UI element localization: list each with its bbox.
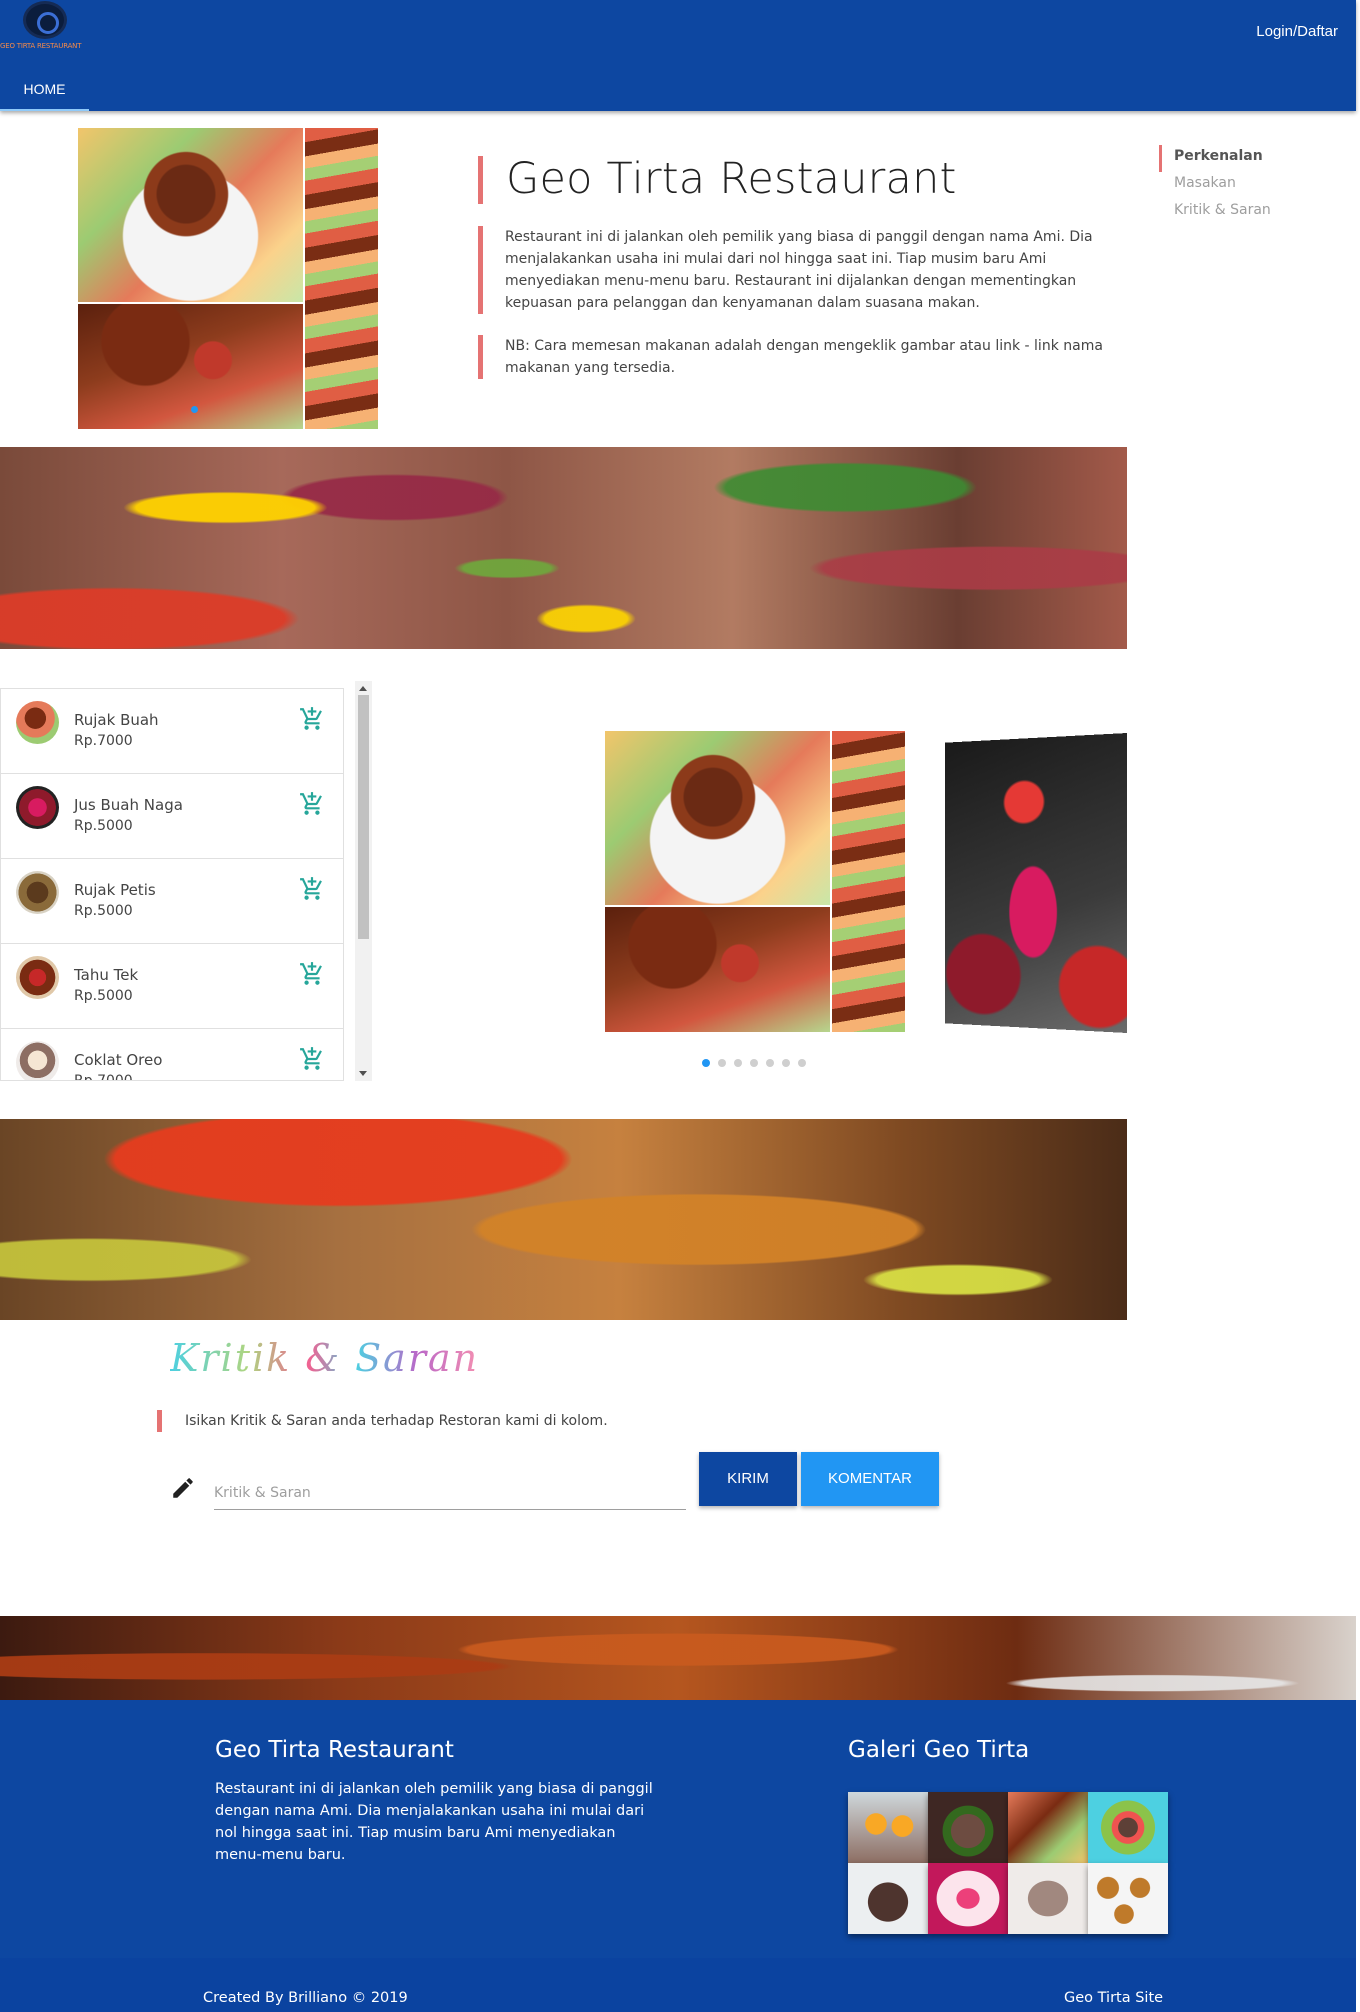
pencil-icon	[173, 1478, 193, 1498]
carousel-photo-side	[831, 730, 906, 1033]
carousel-indicator-2[interactable]	[718, 1059, 726, 1067]
menu-item-price: Rp.5000	[74, 903, 133, 919]
footer-site-link[interactable]: Geo Tirta Site	[1064, 1990, 1163, 2006]
parallax-banner-grilled-dish	[0, 1616, 1356, 1700]
gallery-photo[interactable]	[928, 1792, 1008, 1863]
menu-item-avatar	[16, 701, 59, 744]
intro-image-mosaic[interactable]	[77, 127, 379, 430]
scroll-up-arrow-icon[interactable]	[359, 686, 367, 691]
comment-button[interactable]: KOMENTAR	[801, 1452, 939, 1506]
carousel-photo-top	[604, 730, 831, 906]
feedback-instruction: Isikan Kritik & Saran anda terhadap Rest…	[157, 1410, 608, 1432]
menu-list-container: Rujak Buah Rp.7000 Jus Buah Naga Rp.5000…	[0, 681, 372, 1081]
intro-paragraph: Restaurant ini di jalankan oleh pemilik …	[478, 226, 1116, 314]
footer-title: Geo Tirta Restaurant	[215, 1737, 454, 1763]
section-scrollspy: Perkenalan Masakan Kritik & Saran	[1159, 145, 1271, 226]
scrollbar-thumb[interactable]	[358, 695, 369, 939]
gallery-photo[interactable]	[928, 1863, 1008, 1934]
menu-item-rujak-buah[interactable]: Rujak Buah Rp.7000	[1, 688, 343, 773]
carousel-active-slide[interactable]	[604, 730, 906, 1033]
carousel-indicator-5[interactable]	[766, 1059, 774, 1067]
menu-item-price: Rp.7000	[74, 1073, 133, 1081]
order-note: NB: Cara memesan makanan adalah dengan m…	[478, 335, 1116, 379]
menu-item-name: Jus Buah Naga	[74, 796, 183, 814]
gallery-photo[interactable]	[1088, 1792, 1168, 1863]
top-navbar: GEO TIRTA RESTAURANT Login/Daftar HOME	[0, 0, 1356, 111]
footer-copyright: Created By Brilliano © 2019	[203, 1990, 408, 2006]
cart-plus-icon[interactable]	[299, 706, 325, 732]
menu-item-jus-buah-naga[interactable]: Jus Buah Naga Rp.5000	[1, 773, 343, 858]
carousel-indicator-1[interactable]	[702, 1059, 710, 1067]
menu-list: Rujak Buah Rp.7000 Jus Buah Naga Rp.5000…	[0, 688, 344, 1081]
gallery-title: Galeri Geo Tirta	[848, 1737, 1030, 1763]
menu-item-price: Rp.5000	[74, 988, 133, 1004]
carousel-indicator-7[interactable]	[798, 1059, 806, 1067]
menu-item-price: Rp.7000	[74, 733, 133, 749]
menu-item-avatar	[16, 786, 59, 829]
scrollspy-item-masakan[interactable]: Masakan	[1159, 172, 1271, 199]
gallery-photo[interactable]	[848, 1863, 928, 1934]
cart-plus-icon[interactable]	[299, 876, 325, 902]
carousel-indicator-3[interactable]	[734, 1059, 742, 1067]
footer-description: Restaurant ini di jalankan oleh pemilik …	[215, 1781, 653, 1863]
menu-item-coklat-oreo[interactable]: Coklat Oreo Rp.7000	[1, 1028, 343, 1081]
parallax-banner-roast-chicken	[0, 1119, 1127, 1320]
menu-item-price: Rp.5000	[74, 818, 133, 834]
carousel-indicators	[702, 1059, 806, 1067]
feedback-input[interactable]	[214, 1476, 686, 1510]
carousel-indicator-4[interactable]	[750, 1059, 758, 1067]
cart-plus-icon[interactable]	[299, 1046, 325, 1072]
carousel-photo-bottom	[604, 906, 831, 1033]
nav-tab-home[interactable]: HOME	[0, 70, 89, 111]
menu-item-tahu-tek[interactable]: Tahu Tek Rp.5000	[1, 943, 343, 1028]
restaurant-logo[interactable]: GEO TIRTA RESTAURANT	[0, 0, 92, 54]
menu-item-name: Rujak Petis	[74, 881, 156, 899]
gallery-photo[interactable]	[848, 1792, 928, 1863]
mosaic-indicator-dot	[191, 406, 198, 413]
submit-button[interactable]: KIRIM	[699, 1452, 797, 1506]
scrollspy-item-kritik-saran[interactable]: Kritik & Saran	[1159, 199, 1271, 226]
title-accent-bar	[478, 156, 483, 204]
gallery-photo[interactable]	[1008, 1792, 1088, 1863]
menu-item-rujak-petis[interactable]: Rujak Petis Rp.5000	[1, 858, 343, 943]
feedback-title: Kritik & Saran	[170, 1336, 480, 1380]
logo-emblem-icon	[23, 1, 67, 39]
menu-list-scrollbar[interactable]	[355, 681, 372, 1081]
logo-text: GEO TIRTA RESTAURANT	[0, 42, 82, 50]
scrollspy-item-perkenalan[interactable]: Perkenalan	[1159, 145, 1271, 172]
parallax-banner-grilled-meat	[0, 447, 1127, 649]
footer-gallery	[848, 1792, 1168, 1934]
cart-plus-icon[interactable]	[299, 961, 325, 987]
carousel-next-slide-dragon-fruit-juice[interactable]	[944, 733, 1127, 1033]
page-title: Geo Tirta Restaurant	[506, 154, 957, 204]
cart-plus-icon[interactable]	[299, 791, 325, 817]
carousel-indicator-6[interactable]	[782, 1059, 790, 1067]
login-register-link[interactable]: Login/Daftar	[1256, 23, 1338, 40]
menu-item-avatar	[16, 871, 59, 914]
menu-item-name: Rujak Buah	[74, 711, 159, 729]
gallery-photo[interactable]	[1008, 1863, 1088, 1934]
menu-item-name: Tahu Tek	[74, 966, 139, 984]
mosaic-photo-side	[304, 127, 379, 430]
mosaic-photo-top	[77, 127, 304, 303]
scroll-down-arrow-icon[interactable]	[359, 1071, 367, 1076]
menu-item-avatar	[16, 1041, 59, 1080]
menu-item-avatar	[16, 956, 59, 999]
gallery-photo[interactable]	[1088, 1863, 1168, 1934]
menu-item-name: Coklat Oreo	[74, 1051, 163, 1069]
